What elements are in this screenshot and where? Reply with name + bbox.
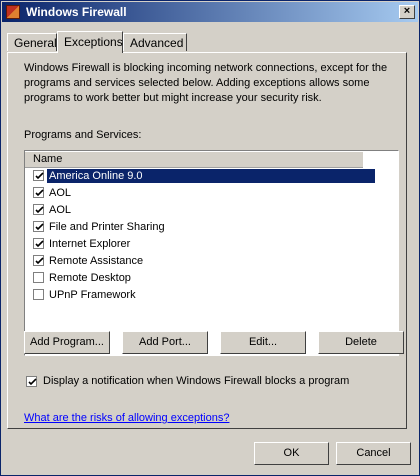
exceptions-panel: Windows Firewall is blocking incoming ne… (7, 52, 407, 429)
list-item[interactable]: AOL (25, 185, 398, 202)
item-checkbox[interactable] (33, 255, 44, 266)
item-label[interactable]: America Online 9.0 (47, 169, 375, 183)
firewall-icon (6, 5, 20, 19)
item-label[interactable]: Internet Explorer (47, 237, 132, 251)
item-label[interactable]: Remote Assistance (47, 254, 145, 268)
item-label[interactable]: Remote Desktop (47, 271, 133, 285)
add-port-button[interactable]: Add Port... (122, 331, 208, 354)
title-bar[interactable]: Windows Firewall × (2, 2, 418, 22)
list-item[interactable]: File and Printer Sharing (25, 219, 398, 236)
item-label[interactable]: File and Printer Sharing (47, 220, 167, 234)
tab-exceptions[interactable]: Exceptions (57, 31, 123, 53)
edit-button[interactable]: Edit... (220, 331, 306, 354)
item-checkbox[interactable] (33, 187, 44, 198)
list-item[interactable]: Remote Assistance (25, 253, 398, 270)
windows-firewall-dialog: Windows Firewall × General Exceptions Ad… (0, 0, 420, 476)
item-checkbox[interactable] (33, 238, 44, 249)
notification-checkbox[interactable] (26, 376, 37, 387)
list-item[interactable]: America Online 9.0 (25, 168, 398, 185)
item-checkbox[interactable] (33, 204, 44, 215)
item-checkbox[interactable] (33, 221, 44, 232)
window-title: Windows Firewall (26, 5, 127, 19)
delete-button[interactable]: Delete (318, 331, 404, 354)
list-item[interactable]: UPnP Framework (25, 287, 398, 304)
item-checkbox[interactable] (33, 170, 44, 181)
programs-services-label: Programs and Services: (24, 129, 142, 141)
ok-button[interactable]: OK (254, 442, 329, 465)
tab-advanced[interactable]: Advanced (123, 33, 187, 51)
close-button[interactable]: × (399, 5, 415, 19)
cancel-button[interactable]: Cancel (336, 442, 411, 465)
tab-strip: General Exceptions Advanced (7, 31, 407, 53)
exceptions-description: Windows Firewall is blocking incoming ne… (24, 62, 388, 104)
item-checkbox[interactable] (33, 272, 44, 283)
list-item[interactable]: Internet Explorer (25, 236, 398, 253)
item-label[interactable]: AOL (47, 186, 73, 200)
risks-link[interactable]: What are the risks of allowing exception… (24, 412, 229, 424)
notification-label[interactable]: Display a notification when Windows Fire… (43, 375, 349, 387)
item-label[interactable]: AOL (47, 203, 73, 217)
column-header-name[interactable]: Name (25, 151, 363, 168)
item-label[interactable]: UPnP Framework (47, 288, 138, 302)
list-item[interactable]: AOL (25, 202, 398, 219)
tab-general[interactable]: General (7, 33, 57, 51)
add-program-button[interactable]: Add Program... (24, 331, 110, 354)
programs-services-list[interactable]: Name America Online 9.0 AOL AOL File and Pr… (24, 150, 399, 356)
item-checkbox[interactable] (33, 289, 44, 300)
list-item[interactable]: Remote Desktop (25, 270, 398, 287)
